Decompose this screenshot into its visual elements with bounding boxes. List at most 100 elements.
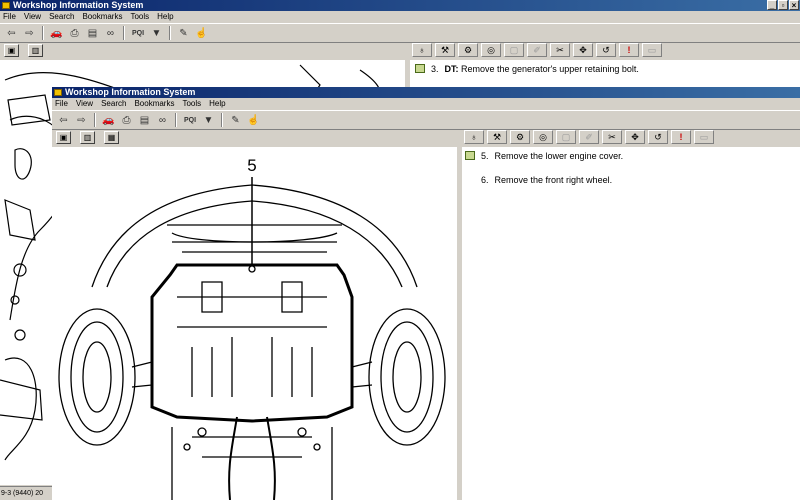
- print-icon[interactable]: ⎙: [119, 113, 134, 128]
- front-diagram-pane: 5: [52, 147, 457, 500]
- tab-move-icon[interactable]: ✥: [573, 43, 593, 57]
- bookmark-icon[interactable]: ▤: [137, 113, 152, 128]
- filter-icon[interactable]: ▼: [149, 26, 164, 41]
- step-text: Remove the front right wheel.: [494, 175, 613, 185]
- back-instruction-pane: 3. DT: Remove the generator's upper reta…: [410, 60, 800, 90]
- step-number: 6.: [481, 175, 489, 185]
- callout-label: 5: [247, 156, 256, 175]
- split-view-button[interactable]: ▥: [80, 131, 95, 144]
- filter-icon[interactable]: ▼: [201, 113, 216, 128]
- tab-tools-icon[interactable]: ⚒: [487, 130, 507, 144]
- back-arrow-icon[interactable]: ⇦: [56, 113, 71, 128]
- instruction-step: 5. Remove the lower engine cover.: [465, 151, 623, 161]
- tab-parts-icon[interactable]: ⚙: [510, 130, 530, 144]
- highlight-icon[interactable]: ✎: [228, 113, 243, 128]
- front-window: Workshop Information System File View Se…: [52, 87, 800, 500]
- tab-pqi-icon[interactable]: ▢: [556, 130, 576, 144]
- back-arrow-icon[interactable]: ⇦: [4, 26, 19, 41]
- tab-warning-icon[interactable]: !: [671, 130, 691, 144]
- menu-tools[interactable]: Tools: [130, 11, 149, 23]
- toolbar-separator: [42, 26, 44, 40]
- tab-tightening-icon[interactable]: ♁: [412, 43, 432, 57]
- split-view-button[interactable]: ▥: [28, 44, 43, 57]
- minimize-button[interactable]: _: [767, 0, 777, 10]
- close-button[interactable]: ×: [789, 0, 799, 10]
- tab-move-icon[interactable]: ✥: [625, 130, 645, 144]
- tab-wrench-icon[interactable]: ✂: [550, 43, 570, 57]
- step-icon[interactable]: [465, 151, 475, 160]
- tab-warning-icon[interactable]: !: [619, 43, 639, 57]
- menu-bookmarks[interactable]: Bookmarks: [134, 98, 174, 110]
- menu-bookmarks[interactable]: Bookmarks: [82, 11, 122, 23]
- tab-pen-icon[interactable]: ✐: [527, 43, 547, 57]
- pqi-button[interactable]: PQI: [130, 26, 146, 41]
- step-text: Remove the generator's upper retaining b…: [458, 64, 639, 74]
- tab-pqi-icon[interactable]: ▢: [504, 43, 524, 57]
- tool-tabs: ♁ ⚒ ⚙ ◎ ▢ ✐ ✂ ✥ ↺ ! ▭: [412, 43, 662, 57]
- menu-help[interactable]: Help: [157, 11, 173, 23]
- app-icon: [54, 89, 62, 96]
- bookmark-icon[interactable]: ▤: [85, 26, 100, 41]
- step-number: 3.: [431, 64, 439, 74]
- tab-wrench-icon[interactable]: ✂: [602, 130, 622, 144]
- menu-view[interactable]: View: [24, 11, 41, 23]
- window-title: Workshop Information System: [65, 87, 196, 97]
- car-icon[interactable]: 🚗: [49, 26, 64, 41]
- front-instruction-pane: 5. Remove the lower engine cover. 6. Rem…: [462, 147, 800, 500]
- tab-note-icon[interactable]: ▭: [642, 43, 662, 57]
- tab-note-icon[interactable]: ▭: [694, 130, 714, 144]
- instruction-step: 6. Remove the front right wheel.: [481, 175, 612, 185]
- menu-bar: File View Search Bookmarks Tools Help: [0, 11, 800, 23]
- toolbar-separator: [123, 26, 125, 40]
- instruction-step: 3. DT: Remove the generator's upper reta…: [415, 64, 639, 74]
- text-view-button[interactable]: ▣: [56, 131, 71, 144]
- toolbar: ⇦ ⇨ 🚗 ⎙ ▤ ∞ PQI ▼ ✎ ☝: [0, 23, 800, 43]
- tab-return-icon[interactable]: ↺: [648, 130, 668, 144]
- tab-pen-icon[interactable]: ✐: [579, 130, 599, 144]
- hand-icon[interactable]: ☝: [194, 26, 209, 41]
- toolbar-separator: [169, 26, 171, 40]
- print-icon[interactable]: ⎙: [67, 26, 82, 41]
- step-prefix: DT:: [444, 64, 459, 74]
- tool-tabs: ♁ ⚒ ⚙ ◎ ▢ ✐ ✂ ✥ ↺ ! ▭: [464, 130, 714, 144]
- menu-help[interactable]: Help: [209, 98, 225, 110]
- tab-tightening-icon[interactable]: ♁: [464, 130, 484, 144]
- tab-tools-icon[interactable]: ⚒: [435, 43, 455, 57]
- highlight-icon[interactable]: ✎: [176, 26, 191, 41]
- restore-button[interactable]: ▫: [778, 0, 788, 10]
- pqi-button[interactable]: PQI: [182, 113, 198, 128]
- menu-bar: File View Search Bookmarks Tools Help: [52, 98, 800, 110]
- menu-view[interactable]: View: [76, 98, 93, 110]
- car-icon[interactable]: 🚗: [101, 113, 116, 128]
- tab-time-icon[interactable]: ◎: [533, 130, 553, 144]
- menu-file[interactable]: File: [55, 98, 68, 110]
- step-icon[interactable]: [415, 64, 425, 73]
- back-window-titlebar[interactable]: Workshop Information System _ ▫ ×: [0, 0, 800, 11]
- menu-file[interactable]: File: [3, 11, 16, 23]
- toolbar-separator: [221, 113, 223, 127]
- step-text: Remove the lower engine cover.: [494, 151, 624, 161]
- binoculars-icon[interactable]: ∞: [155, 113, 170, 128]
- tab-time-icon[interactable]: ◎: [481, 43, 501, 57]
- forward-arrow-icon[interactable]: ⇨: [22, 26, 37, 41]
- text-view-button[interactable]: ▣: [4, 44, 19, 57]
- tab-parts-icon[interactable]: ⚙: [458, 43, 478, 57]
- menu-search[interactable]: Search: [49, 11, 74, 23]
- toolbar-separator: [175, 113, 177, 127]
- view-tab-row: ▣ ▥ ♁ ⚒ ⚙ ◎ ▢ ✐ ✂ ✥ ↺ ! ▭: [0, 43, 800, 59]
- toolbar-separator: [94, 113, 96, 127]
- binoculars-icon[interactable]: ∞: [103, 26, 118, 41]
- window-title: Workshop Information System: [13, 0, 144, 10]
- graphic-view-button[interactable]: ▦: [104, 131, 119, 144]
- forward-arrow-icon[interactable]: ⇨: [74, 113, 89, 128]
- toolbar: ⇦ ⇨ 🚗 ⎙ ▤ ∞ PQI ▼ ✎ ☝: [52, 110, 800, 130]
- menu-tools[interactable]: Tools: [182, 98, 201, 110]
- hand-icon[interactable]: ☝: [246, 113, 261, 128]
- app-icon: [2, 2, 10, 9]
- menu-search[interactable]: Search: [101, 98, 126, 110]
- view-tab-row: ▣ ▥ ▦ ♁ ⚒ ⚙ ◎ ▢ ✐ ✂ ✥ ↺ ! ▭: [52, 130, 800, 146]
- underbody-diagram: 5: [58, 156, 446, 500]
- tab-return-icon[interactable]: ↺: [596, 43, 616, 57]
- status-bar: 9-3 (9440) 20: [0, 486, 52, 500]
- front-window-titlebar[interactable]: Workshop Information System: [52, 87, 800, 98]
